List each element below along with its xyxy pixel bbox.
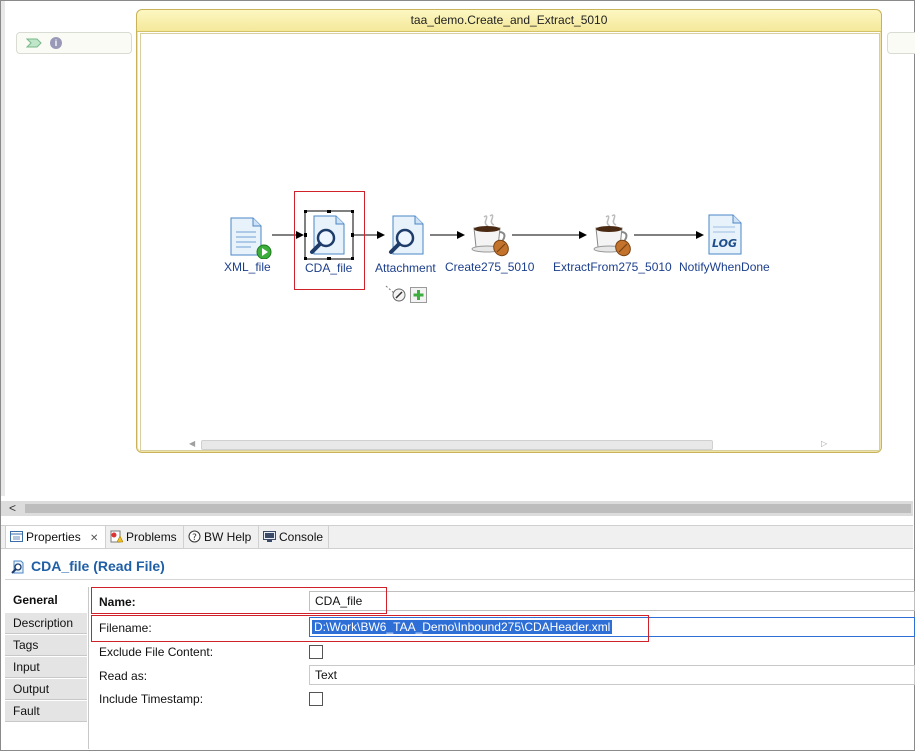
scrollbar-thumb[interactable]	[25, 504, 911, 513]
activity-create275-5010[interactable]	[470, 213, 512, 259]
read-as-select[interactable]: Text	[309, 665, 915, 685]
tab-bw-help[interactable]: ? BW Help	[184, 526, 259, 548]
activity-label: XML_file	[224, 260, 271, 274]
connect-tool-icon[interactable]	[385, 285, 407, 303]
activity-attachment[interactable]	[387, 214, 429, 258]
properties-side-tabs: General Description Tags Input Output Fa…	[5, 590, 87, 750]
tab-properties[interactable]: Properties ✕	[5, 526, 106, 548]
activity-label: NotifyWhenDone	[679, 260, 770, 274]
tab-label: Properties	[26, 530, 81, 544]
highlight-name-row	[91, 587, 387, 614]
include-timestamp-checkbox[interactable]	[309, 692, 323, 706]
read-file-magnifier-icon	[389, 215, 424, 255]
help-icon: ?	[188, 530, 201, 543]
log-badge-text: LOG	[712, 237, 737, 250]
scroll-left-arrow[interactable]: <	[9, 501, 16, 515]
properties-title: CDA_file (Read File)	[31, 558, 165, 574]
problems-icon	[110, 530, 123, 543]
tab-console[interactable]: Console	[259, 526, 329, 548]
properties-header: CDA_file (Read File)	[1, 554, 914, 580]
activity-extractfrom275-5010[interactable]	[592, 213, 634, 259]
include-timestamp-label: Include Timestamp:	[99, 692, 204, 706]
activity-notifywhendone[interactable]: LOG	[707, 214, 745, 256]
activity-label: ExtractFrom275_5010	[553, 260, 672, 274]
console-icon	[263, 531, 276, 542]
view-tab-bar: Properties ✕ Problems ? BW Help Console	[1, 525, 913, 549]
add-tool-icon[interactable]	[410, 287, 427, 303]
side-tab-general[interactable]: General	[5, 590, 87, 611]
tab-problems[interactable]: Problems	[106, 526, 184, 548]
side-tab-fault[interactable]: Fault	[5, 701, 87, 722]
read-as-value: Text	[315, 668, 338, 682]
exclude-file-content-checkbox[interactable]	[309, 645, 323, 659]
activity-label: Create275_5010	[445, 260, 535, 274]
activity-label: CDA_file	[305, 261, 353, 275]
activity-cda-file[interactable]	[303, 209, 355, 261]
exclude-file-content-label: Exclude File Content:	[99, 645, 214, 659]
java-coffee-cup-icon	[593, 214, 631, 257]
xml-file-start-icon	[230, 217, 272, 260]
activity-label: Attachment	[375, 261, 436, 275]
java-coffee-cup-icon	[471, 214, 509, 257]
read-as-label: Read as:	[99, 669, 148, 683]
side-tab-input[interactable]: Input	[5, 657, 87, 678]
properties-icon	[10, 531, 23, 542]
name-field[interactable]: CDA_file	[309, 591, 915, 611]
divider	[5, 579, 914, 580]
tab-label: Console	[279, 530, 324, 544]
process-transitions	[272, 231, 704, 239]
side-tab-output[interactable]: Output	[5, 679, 87, 700]
tab-label: Problems	[126, 530, 177, 544]
read-file-magnifier-icon	[303, 209, 355, 261]
activity-xml-file[interactable]	[229, 217, 273, 260]
side-tab-description[interactable]: Description	[5, 613, 87, 634]
side-tab-tags[interactable]: Tags	[5, 635, 87, 656]
tab-label: BW Help	[204, 530, 252, 544]
close-icon[interactable]: ✕	[90, 533, 98, 544]
editor-horizontal-scrollbar[interactable]: <	[1, 501, 913, 516]
read-file-icon	[11, 560, 24, 574]
svg-text:?: ?	[192, 533, 197, 543]
highlight-filename-row	[91, 615, 649, 642]
